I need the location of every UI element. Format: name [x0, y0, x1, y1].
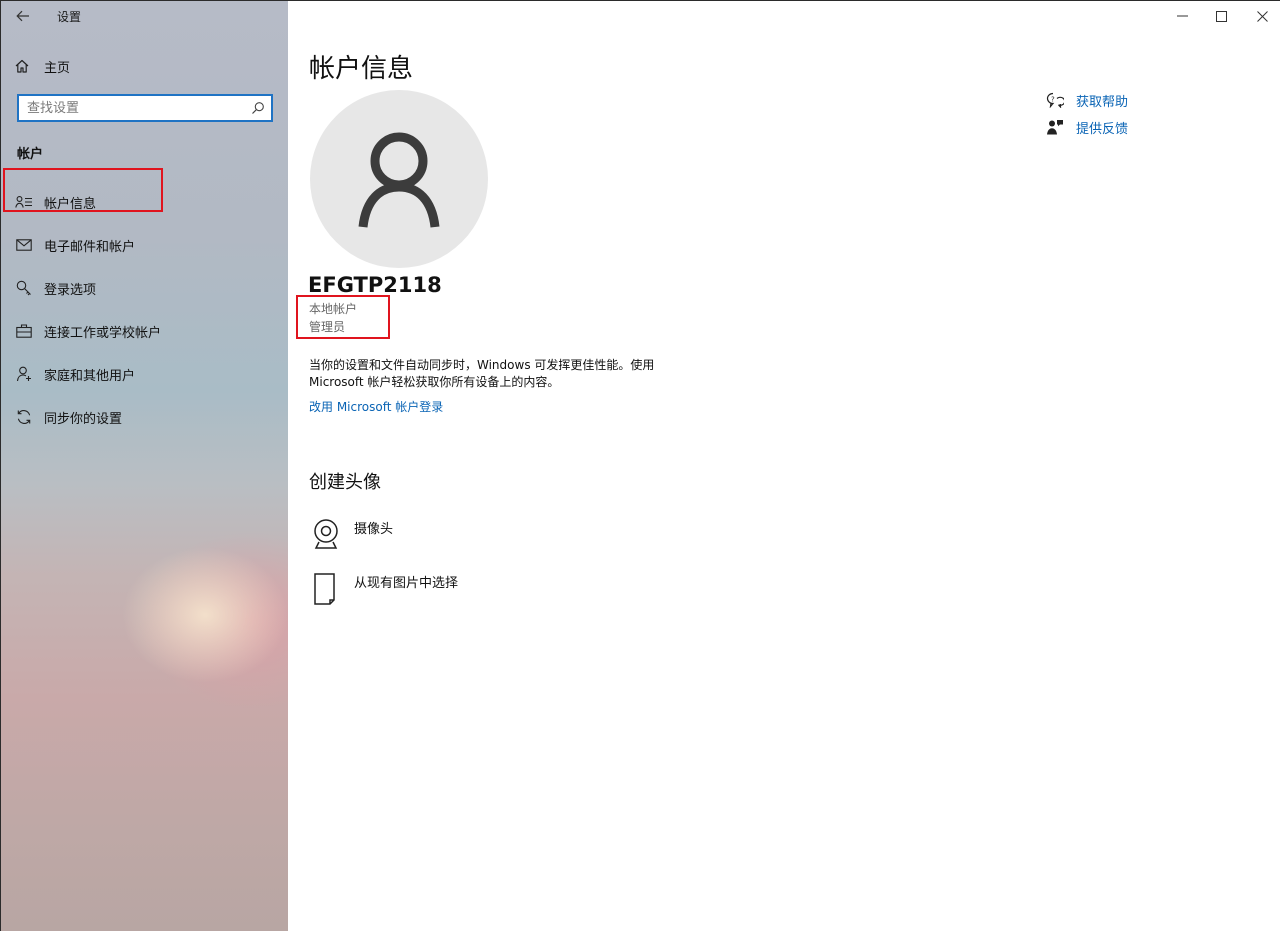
sync-icon — [14, 408, 34, 426]
feedback-icon — [1047, 120, 1063, 135]
sidebar-item-family[interactable]: 家庭和其他用户 — [14, 362, 135, 386]
sidebar-item-email[interactable]: 电子邮件和帐户 — [14, 233, 135, 257]
sidebar-item-label: 电子邮件和帐户 — [44, 239, 136, 255]
close-icon — [1256, 10, 1268, 22]
camera-label: 摄像头 — [354, 522, 394, 537]
file-icon — [314, 573, 335, 605]
minimize-button[interactable] — [1166, 6, 1198, 26]
feedback-link[interactable]: 提供反馈 — [1046, 117, 1128, 137]
page-title: 帐户信息 — [309, 54, 414, 84]
user-avatar-icon — [358, 132, 440, 228]
briefcase-icon — [14, 322, 34, 340]
minimize-icon — [1176, 15, 1188, 17]
search-input[interactable] — [19, 96, 247, 120]
search-icon[interactable] — [251, 101, 265, 115]
sidebar-item-sync[interactable]: 同步你的设置 — [14, 405, 122, 429]
username: EFGTP2118 — [308, 273, 442, 297]
person-add-icon — [14, 365, 34, 383]
nav-home-label: 主页 — [44, 60, 71, 76]
section-title-accounts: 帐户 — [17, 147, 44, 162]
title-bar: 设置 — [0, 0, 288, 32]
close-button[interactable] — [1246, 6, 1278, 26]
home-icon — [15, 59, 29, 73]
camera-icon — [314, 519, 338, 549]
sidebar-item-label: 家庭和其他用户 — [44, 368, 136, 384]
svg-text:?: ? — [1051, 96, 1055, 104]
sidebar-item-label: 帐户信息 — [44, 196, 97, 212]
key-icon — [14, 279, 34, 297]
nav-home[interactable]: 主页 — [14, 54, 70, 78]
sidebar-item-label: 同步你的设置 — [44, 411, 123, 427]
account-type: 本地帐户 — [309, 302, 358, 316]
camera-option[interactable]: 摄像头 — [312, 518, 393, 552]
get-help-link[interactable]: ? 获取帮助 — [1046, 90, 1128, 110]
sidebar-item-work-school[interactable]: 连接工作或学校帐户 — [14, 319, 161, 343]
maximize-icon — [1215, 10, 1227, 22]
avatar — [310, 90, 488, 268]
sidebar-item-sign-in-options[interactable]: 登录选项 — [14, 276, 96, 300]
get-help-label: 获取帮助 — [1076, 94, 1129, 110]
create-avatar-heading: 创建头像 — [309, 472, 381, 493]
feedback-label: 提供反馈 — [1076, 121, 1129, 137]
back-arrow-icon — [16, 10, 29, 22]
sync-description: 当你的设置和文件自动同步时，Windows 可发挥更佳性能。使用 Microso… — [309, 358, 655, 389]
choose-picture-label: 从现有图片中选择 — [354, 576, 459, 591]
back-button[interactable] — [10, 4, 36, 28]
ms-account-login-link[interactable]: 改用 Microsoft 帐户登录 — [309, 398, 443, 415]
account-role: 管理员 — [309, 320, 346, 334]
main-content: 帐户信息 EFGTP2118 本地帐户 管理员 当你的设置和文件自动同步时，Wi… — [288, 0, 1280, 931]
choose-picture-option[interactable]: 从现有图片中选择 — [312, 572, 458, 606]
app-title: 设置 — [57, 10, 82, 24]
sidebar-item-label: 登录选项 — [44, 282, 97, 298]
help-chat-icon: ? — [1046, 92, 1064, 108]
search-box[interactable] — [17, 94, 273, 122]
sidebar-item-label: 连接工作或学校帐户 — [44, 325, 162, 341]
sidebar: 设置 主页 帐户 帐户信息 电子邮件和帐户 登录选项 连接工作或学校帐户 — [0, 0, 288, 931]
account-info-icon — [14, 193, 34, 211]
mail-icon — [14, 236, 34, 254]
maximize-button[interactable] — [1205, 6, 1237, 26]
sidebar-item-account-info[interactable]: 帐户信息 — [14, 190, 96, 214]
